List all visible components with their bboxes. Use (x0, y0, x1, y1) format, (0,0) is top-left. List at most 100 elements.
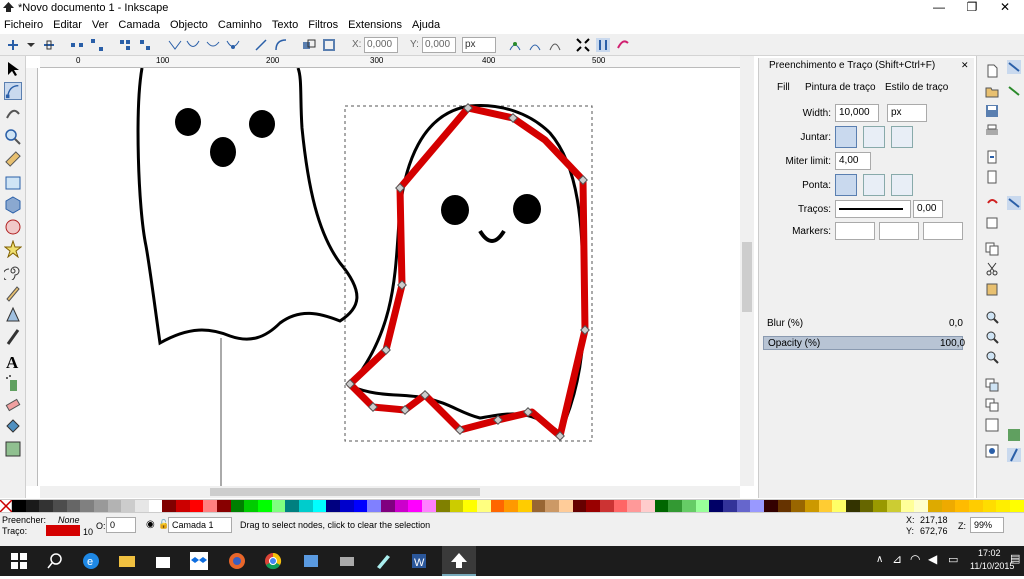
color-swatch[interactable] (545, 500, 559, 512)
color-swatch[interactable] (504, 500, 518, 512)
horizontal-scrollbar[interactable] (40, 486, 740, 498)
export-icon[interactable] (985, 170, 999, 184)
opacity-slider[interactable]: Opacity (%) 100,0 (763, 336, 965, 350)
color-swatch[interactable] (613, 500, 628, 512)
stroke-color-indicator[interactable] (46, 525, 80, 536)
color-swatch[interactable] (107, 500, 122, 512)
color-swatch[interactable] (217, 500, 231, 512)
color-swatch[interactable] (189, 500, 204, 512)
color-swatch[interactable] (941, 500, 956, 512)
color-swatch[interactable] (804, 500, 819, 512)
color-palette[interactable] (0, 499, 1024, 513)
join-bevel-button[interactable] (891, 126, 913, 148)
color-swatch[interactable] (832, 500, 846, 512)
close-button[interactable]: ✕ (988, 0, 1022, 16)
measure-tool-icon[interactable] (4, 150, 22, 168)
tweak-tool-icon[interactable] (4, 104, 22, 122)
color-swatch[interactable] (996, 500, 1011, 512)
pen-tool-icon[interactable] (4, 306, 22, 324)
paste-icon[interactable] (985, 282, 999, 296)
color-swatch[interactable] (312, 500, 327, 512)
color-swatch[interactable] (969, 500, 983, 512)
wifi-icon[interactable]: ◠ (910, 552, 920, 566)
color-swatch[interactable] (654, 500, 669, 512)
unit-select[interactable]: px (462, 37, 496, 53)
eye-icon[interactable]: ◉ (146, 519, 155, 530)
segment-curve-icon[interactable] (274, 38, 288, 52)
clock-time[interactable]: 17:02 (978, 548, 1001, 558)
marker-end-select[interactable] (923, 222, 963, 240)
width-unit-select[interactable]: px (887, 104, 927, 122)
cap-round-button[interactable] (863, 174, 885, 196)
color-swatch[interactable] (490, 500, 505, 512)
color-swatch[interactable] (94, 500, 108, 512)
no-paint-swatch[interactable] (0, 499, 13, 513)
color-swatch[interactable] (599, 500, 614, 512)
word-icon[interactable]: W (410, 552, 428, 570)
color-swatch[interactable] (463, 500, 477, 512)
color-swatch[interactable] (340, 500, 354, 512)
menu-editar[interactable]: Editar (53, 19, 82, 31)
color-swatch[interactable] (859, 500, 874, 512)
inkscape-task-button[interactable] (442, 546, 476, 576)
clone-icon[interactable] (985, 398, 999, 412)
path-effect-icon[interactable] (548, 38, 562, 52)
save-icon[interactable] (985, 104, 999, 118)
copy-icon[interactable] (985, 242, 999, 256)
firefox-icon[interactable] (228, 552, 246, 570)
show-outline-icon[interactable] (528, 38, 542, 52)
chrome-icon[interactable] (264, 552, 282, 570)
snap-bbox-icon[interactable] (1007, 84, 1021, 98)
zoom-tool-icon[interactable] (4, 128, 22, 146)
menu-texto[interactable]: Texto (272, 19, 298, 31)
color-swatch[interactable] (230, 500, 245, 512)
menu-objecto[interactable]: Objecto (170, 19, 208, 31)
node-mask-icon[interactable] (596, 38, 610, 52)
join-miter-button[interactable] (835, 126, 857, 148)
zoom-page-icon[interactable] (985, 350, 999, 364)
menu-filtros[interactable]: Filtros (308, 19, 338, 31)
color-swatch[interactable] (80, 500, 95, 512)
dash-pattern-select[interactable] (835, 200, 911, 218)
menu-extensions[interactable]: Extensions (348, 19, 402, 31)
insert-node-icon[interactable] (6, 38, 20, 52)
eraser-tool-icon[interactable] (4, 396, 22, 414)
gradient-tool-icon[interactable] (4, 440, 22, 458)
node-cusp-icon[interactable] (168, 38, 182, 52)
color-swatch[interactable] (845, 500, 860, 512)
network-icon[interactable]: ⊿ (892, 552, 902, 566)
tray-up-arrow-icon[interactable]: ∧ (876, 554, 883, 565)
node-symmetric-icon[interactable] (206, 38, 220, 52)
print-icon[interactable] (985, 124, 999, 138)
color-swatch[interactable] (25, 500, 40, 512)
panel-close-icon[interactable]: ✕ (961, 60, 971, 70)
layer-select[interactable]: Camada 1 (168, 517, 232, 533)
break-path-icon[interactable] (90, 38, 104, 52)
color-swatch[interactable] (750, 500, 764, 512)
snap-guide-icon[interactable] (1007, 448, 1021, 462)
color-swatch[interactable] (709, 500, 723, 512)
color-swatch[interactable] (381, 500, 395, 512)
color-swatch[interactable] (244, 500, 259, 512)
delete-node-icon[interactable] (42, 38, 56, 52)
color-swatch[interactable] (914, 500, 929, 512)
pencil-tool-icon[interactable] (4, 284, 22, 302)
color-swatch[interactable] (887, 500, 901, 512)
menu-ficheiro[interactable]: Ficheiro (4, 19, 43, 31)
cap-square-button[interactable] (891, 174, 913, 196)
notifications-icon[interactable]: ▤ (1010, 552, 1020, 565)
fill-status-value[interactable]: None (58, 515, 80, 525)
xml-editor-icon[interactable] (985, 444, 999, 458)
color-swatch[interactable] (558, 500, 573, 512)
color-swatch[interactable] (640, 500, 655, 512)
blur-value[interactable]: 0,0 (949, 318, 963, 329)
color-swatch[interactable] (572, 500, 587, 512)
color-swatch[interactable] (873, 500, 887, 512)
maximize-button[interactable]: ❐ (955, 0, 989, 16)
color-swatch[interactable] (695, 500, 710, 512)
menu-camada[interactable]: Camada (118, 19, 160, 31)
dash-offset-input[interactable]: 0,00 (913, 200, 943, 218)
color-swatch[interactable] (148, 500, 163, 512)
text-tool-icon[interactable]: A (4, 352, 22, 370)
color-swatch[interactable] (422, 500, 436, 512)
